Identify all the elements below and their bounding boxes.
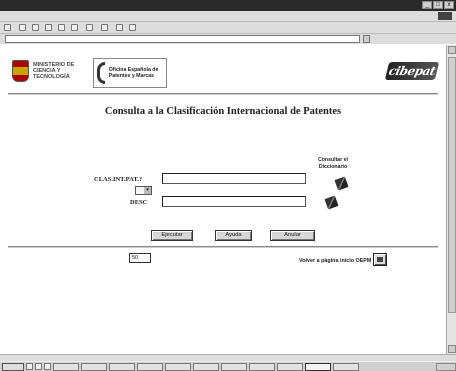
taskbar-item[interactable] <box>277 362 303 371</box>
print-button[interactable] <box>129 24 136 31</box>
office-name: Oficina Española de Patentes y Marcas <box>108 67 159 79</box>
favorites-icon <box>86 24 93 31</box>
dictionary-book-icon[interactable] <box>324 195 339 210</box>
minimize-button[interactable]: _ <box>422 1 432 9</box>
operator-select[interactable]: ▾ <box>135 186 152 195</box>
refresh-icon <box>45 24 52 31</box>
window-title-bar: _ □ x <box>0 0 456 11</box>
mail-icon <box>116 24 123 31</box>
window-controls: _ □ x <box>422 1 454 9</box>
taskbar-item[interactable] <box>165 362 191 371</box>
chevron-down-icon: ▾ <box>144 187 151 194</box>
taskbar-item[interactable] <box>193 362 219 371</box>
browser-toolbar <box>0 21 456 33</box>
vertical-scrollbar[interactable] <box>446 45 456 354</box>
system-clock <box>436 362 456 371</box>
coat-of-arms-icon <box>12 60 29 82</box>
address-bar <box>0 33 456 44</box>
stop-button[interactable] <box>32 24 39 31</box>
taskbar-item[interactable] <box>249 362 275 371</box>
taskbar-item[interactable] <box>53 362 79 371</box>
bottom-divider <box>8 246 438 248</box>
page-title: Consulta a la Clasificación Internaciona… <box>104 106 342 117</box>
execute-button[interactable]: Ejecutar <box>151 230 193 241</box>
back-button[interactable] <box>4 24 13 31</box>
scroll-up-arrow[interactable] <box>448 46 456 54</box>
help-button[interactable]: Ayuda <box>215 230 252 241</box>
taskbar-item-active[interactable] <box>305 362 331 371</box>
search-button[interactable] <box>71 24 80 31</box>
cancel-button[interactable]: Anular <box>270 230 315 241</box>
maximize-button[interactable]: □ <box>433 1 443 9</box>
ministry-logo: MINISTERIO DE CIENCIA Y TECNOLOGÍA <box>12 60 83 82</box>
forward-button[interactable] <box>19 24 26 31</box>
ministry-name: MINISTERIO DE CIENCIA Y TECNOLOGÍA <box>33 62 75 80</box>
oepm-mark-icon <box>97 62 105 84</box>
quick-launch-icon[interactable] <box>35 363 42 370</box>
menu-bar <box>0 11 456 21</box>
taskbar-item[interactable] <box>333 362 359 371</box>
desc-label: DESC <box>130 199 148 206</box>
scroll-down-arrow[interactable] <box>448 345 456 353</box>
quick-launch-icon[interactable] <box>26 363 33 370</box>
taskbar <box>0 361 456 371</box>
mail-button[interactable] <box>116 24 123 31</box>
class-input[interactable] <box>162 173 306 184</box>
results-count-input[interactable]: 50 <box>129 253 151 263</box>
close-button[interactable]: x <box>444 1 454 9</box>
back-icon <box>4 24 11 31</box>
address-input[interactable] <box>5 35 360 43</box>
class-label: CLAS.INT.PAT.? <box>94 176 143 183</box>
taskbar-item[interactable] <box>109 362 135 371</box>
quick-launch-icon[interactable] <box>44 363 51 370</box>
top-divider <box>8 93 438 95</box>
history-icon <box>101 24 108 31</box>
home-icon <box>58 24 65 31</box>
oepm-logo: Oficina Española de Patentes y Marcas <box>93 58 167 88</box>
stop-icon <box>32 24 39 31</box>
taskbar-item[interactable] <box>81 362 107 371</box>
scroll-thumb[interactable] <box>448 57 456 313</box>
taskbar-item[interactable] <box>221 362 247 371</box>
desc-input[interactable] <box>162 196 306 207</box>
history-button[interactable] <box>101 24 110 31</box>
print-icon <box>129 24 136 31</box>
forward-icon <box>19 24 26 31</box>
return-home-button[interactable] <box>373 253 387 266</box>
address-dropdown[interactable] <box>363 35 370 43</box>
dictionary-label: Consultar el Diccionario <box>318 157 348 170</box>
taskbar-item[interactable] <box>137 362 163 371</box>
status-bar <box>0 354 456 361</box>
browser-logo-icon <box>438 12 452 20</box>
search-icon <box>71 24 78 31</box>
favorites-button[interactable] <box>86 24 95 31</box>
dictionary-book-icon[interactable] <box>334 176 349 191</box>
start-button[interactable] <box>2 362 24 371</box>
page-content: MINISTERIO DE CIENCIA Y TECNOLOGÍA Ofici… <box>0 45 446 354</box>
return-home-label: Volver a página inicio OEPM <box>299 258 372 264</box>
home-icon <box>377 257 383 262</box>
brand-logo: cibepat <box>384 62 440 80</box>
home-button[interactable] <box>58 24 65 31</box>
refresh-button[interactable] <box>45 24 52 31</box>
